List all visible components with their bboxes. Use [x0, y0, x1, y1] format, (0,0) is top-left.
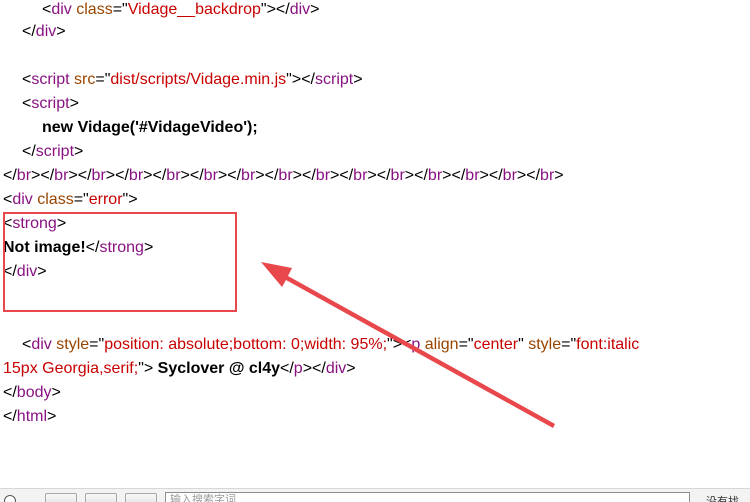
br-tag: br: [241, 167, 256, 184]
code-line-6: </script>: [22, 143, 84, 160]
code-line-1: <div class="Vidage__backdrop"></div>: [42, 1, 320, 18]
code-line-15: </html>: [3, 408, 57, 425]
br-tag: br: [128, 167, 144, 184]
code-line-3: <script src="dist/scripts/Vidage.min.js"…: [22, 71, 363, 88]
highlight-all-button[interactable]: [125, 493, 157, 502]
close-icon[interactable]: [4, 495, 16, 502]
br-tag: br: [278, 167, 293, 184]
br-tag: br: [16, 167, 32, 184]
br-tag: br: [502, 167, 517, 184]
script-text: new Vidage('#VidageVideo');: [42, 119, 258, 136]
br-tag: br: [315, 167, 331, 184]
find-previous-button[interactable]: [45, 493, 77, 502]
highlight-box: [3, 212, 237, 312]
br-tag: br: [353, 167, 368, 184]
br-tag: br: [465, 167, 480, 184]
find-input[interactable]: 输入搜索字词: [165, 492, 690, 502]
attr-name: class: [76, 1, 113, 18]
code-line-13: 15px Georgia,serif;"> Syclover @ cl4y</p…: [3, 360, 356, 377]
br-tag: br: [54, 167, 69, 184]
tag-name: div: [51, 1, 72, 18]
find-bar: 输入搜索字词 没有找: [0, 488, 750, 502]
code-line-5: new Vidage('#VidageVideo');: [42, 118, 258, 138]
br-tag: br: [427, 167, 443, 184]
br-tag: br: [203, 167, 218, 184]
attr-value: Vidage__backdrop: [127, 1, 261, 18]
br-tag: br: [390, 167, 405, 184]
code-line-7: </br></br></br></br></br></br></br></br>…: [3, 167, 564, 184]
code-line-2: </div>: [22, 23, 66, 40]
br-tag: br: [540, 167, 555, 184]
code-line-4: <script>: [22, 95, 79, 112]
br-tag: br: [91, 167, 106, 184]
find-next-button[interactable]: [85, 493, 117, 502]
find-status: 没有找: [706, 496, 739, 502]
br-tag: br: [166, 167, 181, 184]
code-line-14: </body>: [3, 384, 61, 401]
code-line-8: <div class="error">: [3, 191, 138, 208]
code-line-12: <div style="position: absolute;bottom: 0…: [22, 336, 640, 353]
footer-credit: Syclover @ cl4y: [157, 360, 280, 377]
